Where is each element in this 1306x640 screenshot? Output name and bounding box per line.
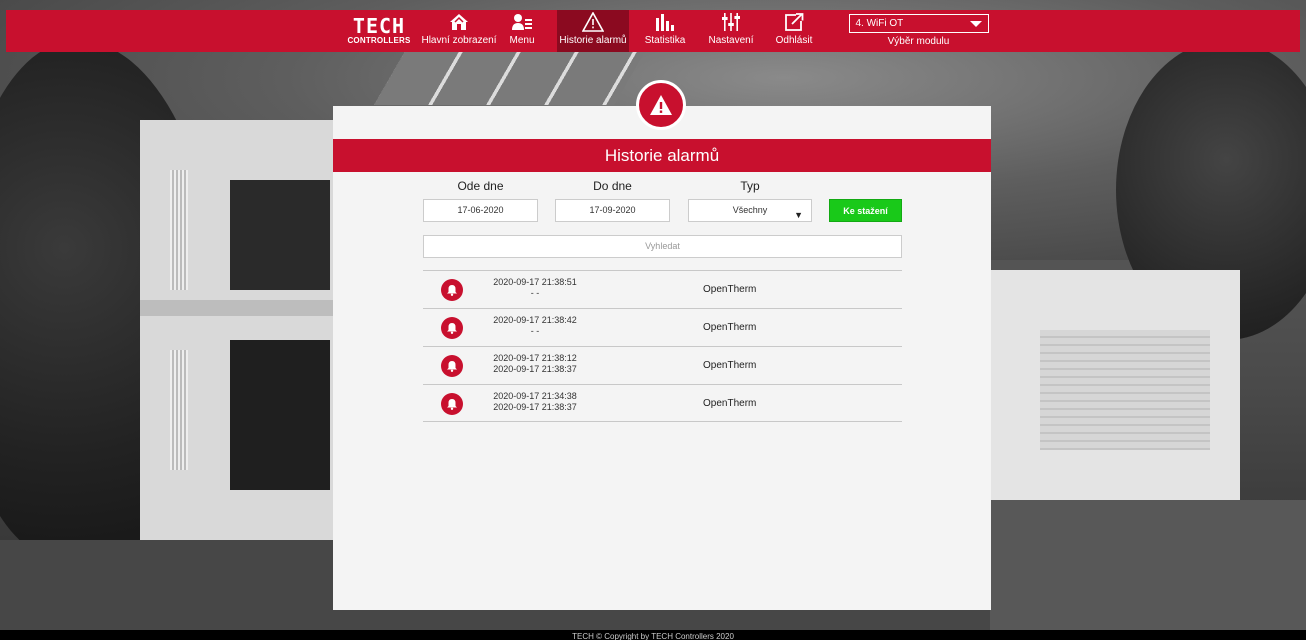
nav-settings[interactable]: Nastavení (704, 10, 758, 52)
alarm-list: 2020-09-17 21:38:51 - - OpenTherm 2020-0… (423, 270, 902, 422)
menu-user-icon (512, 11, 532, 33)
logo-sub: CONTROLLERS (347, 35, 411, 45)
alarm-row[interactable]: 2020-09-17 21:38:12 2020-09-17 21:38:37 … (423, 346, 902, 384)
alarm-row[interactable]: 2020-09-17 21:34:38 2020-09-17 21:38:37 … (423, 384, 902, 422)
tech-logo[interactable]: TECH CONTROLLERS (339, 10, 419, 52)
alarm-end: 2020-09-17 21:38:37 (493, 364, 577, 374)
search-input[interactable]: Vyhledat (423, 235, 902, 258)
nav-label: Menu (509, 35, 535, 46)
type-selected-value: Všechny (732, 205, 768, 215)
alarm-start: 2020-09-17 21:38:12 (493, 353, 577, 363)
alarm-datetime: 2020-09-17 21:34:38 2020-09-17 21:38:37 (475, 391, 595, 413)
module-label: Výběr modulu (887, 36, 950, 47)
alarm-end: - - (530, 288, 540, 298)
nav-label: Statistika (644, 35, 686, 46)
alarm-start: 2020-09-17 21:38:42 (493, 315, 577, 325)
alarm-type: OpenTherm (703, 322, 757, 333)
alarm-badge (636, 80, 686, 130)
caret-down-icon (969, 21, 982, 27)
type-label: Typ (740, 179, 760, 193)
logo-brand: TECH (352, 13, 406, 38)
alarm-bell-icon (441, 355, 463, 377)
filters: Ode dne 17-06-2020 Do dne 17-09-2020 Typ… (333, 179, 991, 229)
nav-label: Nastavení (708, 35, 754, 46)
type-select[interactable]: Všechny ▼ (688, 199, 812, 222)
module-selector: 4. WiFi OT Výběr modulu (846, 10, 991, 52)
to-date-input[interactable]: 17-09-2020 (555, 199, 670, 222)
alarm-end: - - (530, 326, 540, 336)
from-date-label: Ode dne (457, 179, 504, 193)
sliders-icon (721, 11, 741, 33)
alarm-datetime: 2020-09-17 21:38:42 - - (475, 315, 595, 337)
nav-label: Hlavní zobrazení (421, 35, 497, 46)
from-date-input[interactable]: 17-06-2020 (423, 199, 538, 222)
home-icon (449, 11, 469, 33)
alarm-bell-icon (441, 317, 463, 339)
chevron-down-icon: ▼ (794, 210, 803, 220)
footer-copyright: TECH © Copyright by TECH Controllers 202… (0, 630, 1306, 640)
module-select[interactable]: 4. WiFi OT (848, 14, 989, 33)
alarm-datetime: 2020-09-17 21:38:51 - - (475, 277, 595, 299)
alarm-row[interactable]: 2020-09-17 21:38:51 - - OpenTherm (423, 270, 902, 308)
alarm-datetime: 2020-09-17 21:38:12 2020-09-17 21:38:37 (475, 353, 595, 375)
alarm-history-panel: Historie alarmů Ode dne 17-06-2020 Do dn… (333, 106, 991, 610)
alarm-type: OpenTherm (703, 284, 757, 295)
warning-icon (650, 95, 672, 115)
nav-alarm-history[interactable]: Historie alarmů (557, 10, 629, 52)
nav-label: Odhlásit (775, 35, 813, 46)
panel-title: Historie alarmů (333, 139, 991, 172)
module-selected-value: 4. WiFi OT (855, 18, 904, 29)
nav-logout[interactable]: Odhlásit (772, 10, 816, 52)
alarm-start: 2020-09-17 21:34:38 (493, 391, 577, 401)
alarm-start: 2020-09-17 21:38:51 (493, 277, 577, 287)
alarm-bell-icon (441, 279, 463, 301)
logout-icon (784, 11, 804, 33)
alarm-end: 2020-09-17 21:38:37 (493, 402, 577, 412)
top-navbar: TECH CONTROLLERS Hlavní zobrazení Menu H… (6, 10, 1300, 52)
alarm-type: OpenTherm (703, 398, 757, 409)
download-button[interactable]: Ke stažení (829, 199, 902, 222)
bar-chart-icon (655, 11, 675, 33)
nav-menu[interactable]: Menu (502, 10, 542, 52)
to-date-label: Do dne (593, 179, 632, 193)
warning-icon (582, 11, 604, 33)
nav-statistics[interactable]: Statistika (640, 10, 690, 52)
alarm-type: OpenTherm (703, 360, 757, 371)
nav-label: Historie alarmů (559, 35, 627, 46)
alarm-bell-icon (441, 393, 463, 415)
nav-home[interactable]: Hlavní zobrazení (421, 10, 497, 52)
alarm-row[interactable]: 2020-09-17 21:38:42 - - OpenTherm (423, 308, 902, 346)
